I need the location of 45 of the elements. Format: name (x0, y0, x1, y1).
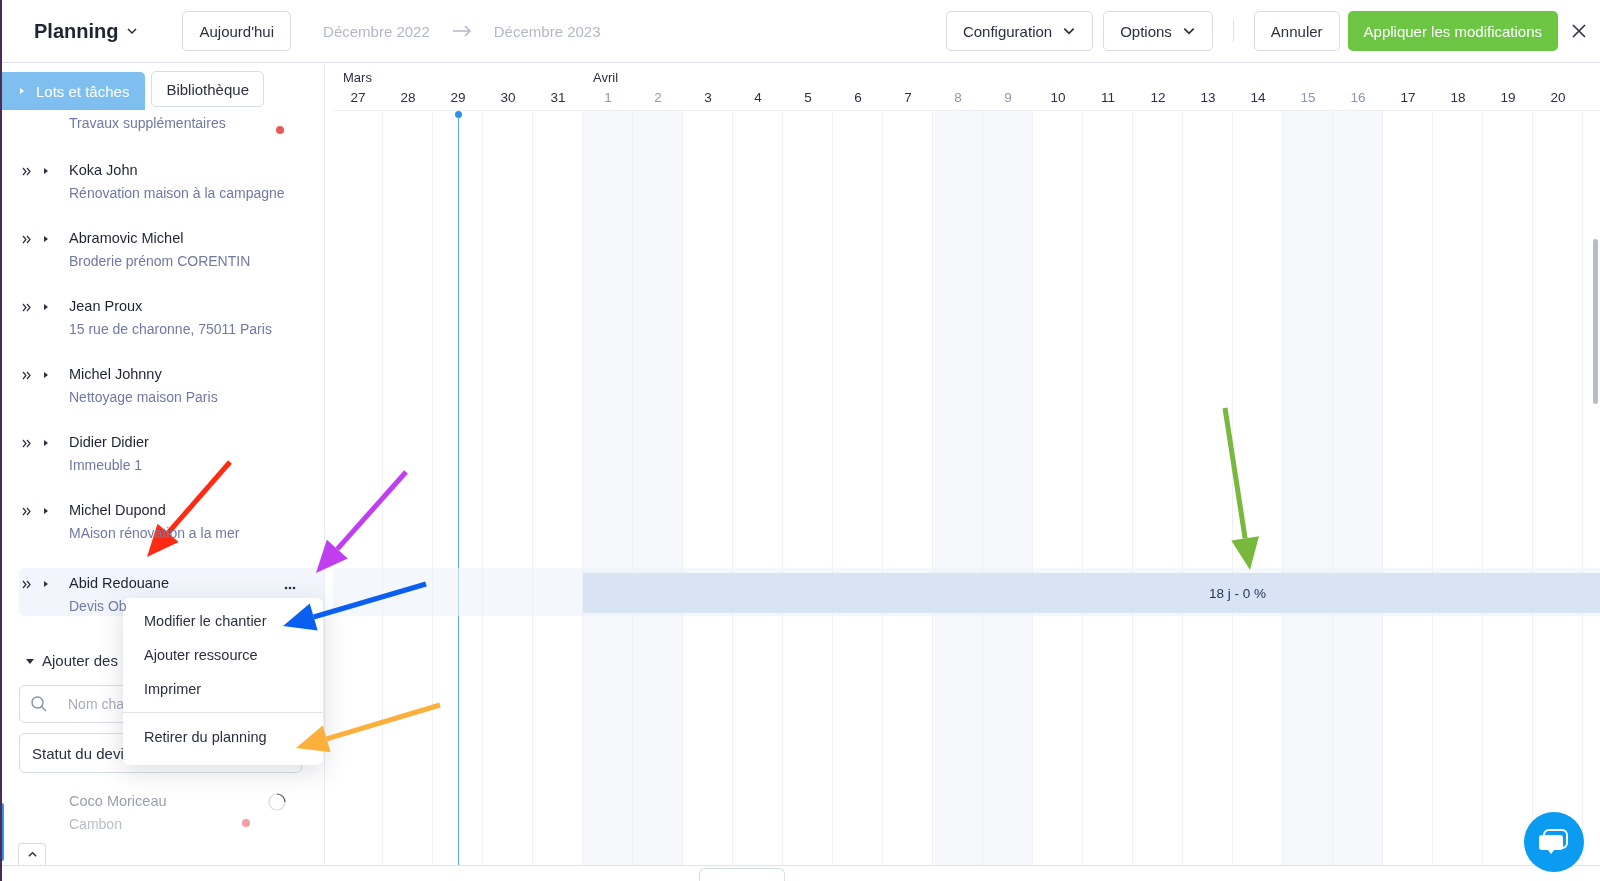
client-name: Didier Didier (69, 434, 150, 451)
day-label: 19 (1499, 90, 1517, 105)
day-label: 10 (1049, 90, 1067, 105)
month-label: Avril (593, 70, 619, 85)
project-name: Broderie prénom CORENTIN (69, 253, 252, 270)
day-label: 15 (1299, 90, 1317, 105)
month-label: Mars (343, 70, 372, 85)
project-name: Travaux supplémentaires (69, 115, 227, 132)
start-date: Décembre 2022 (323, 22, 430, 40)
client-name: Abid Redouane (69, 575, 170, 592)
project-name: Rénovation maison à la campagne (69, 185, 285, 202)
end-date: Décembre 2023 (493, 22, 601, 40)
project-name: Devis Ob (69, 598, 128, 615)
day-label: 6 (853, 90, 863, 105)
project-name: 15 rue de charonne, 75011 Paris (69, 321, 273, 338)
day-label: 2 (653, 90, 663, 105)
day-label: 20 (1549, 90, 1567, 105)
day-label: 8 (953, 90, 963, 105)
client-name: Coco Moriceau (69, 793, 168, 810)
day-label: 9 (1003, 90, 1013, 105)
day-label: 4 (753, 90, 763, 105)
client-name: Jean Proux (69, 298, 144, 315)
day-label: 29 (449, 90, 467, 105)
day-label: 12 (1149, 90, 1167, 105)
client-name: Michel Johnny (69, 366, 163, 383)
day-label: 27 (349, 90, 367, 105)
day-label: 16 (1349, 90, 1367, 105)
client-name: Michel Dupond (69, 502, 167, 519)
day-label: 17 (1399, 90, 1417, 105)
day-label: 3 (703, 90, 713, 105)
day-label: 28 (399, 90, 417, 105)
day-label: 31 (549, 90, 567, 105)
day-label: 7 (903, 90, 913, 105)
day-label: 14 (1249, 90, 1267, 105)
day-label: 18 (1449, 90, 1467, 105)
day-label: 13 (1199, 90, 1217, 105)
day-label: 5 (803, 90, 813, 105)
client-name: Abramovic Michel (69, 230, 185, 247)
project-name: Cambon (69, 816, 123, 833)
day-label: 30 (499, 90, 517, 105)
day-label: 1 (603, 90, 613, 105)
client-name: Koka John (69, 162, 139, 179)
project-name: Immeuble 1 (69, 457, 144, 474)
day-label: 11 (1100, 90, 1116, 105)
project-name: Nettoyage maison Paris (69, 389, 219, 406)
